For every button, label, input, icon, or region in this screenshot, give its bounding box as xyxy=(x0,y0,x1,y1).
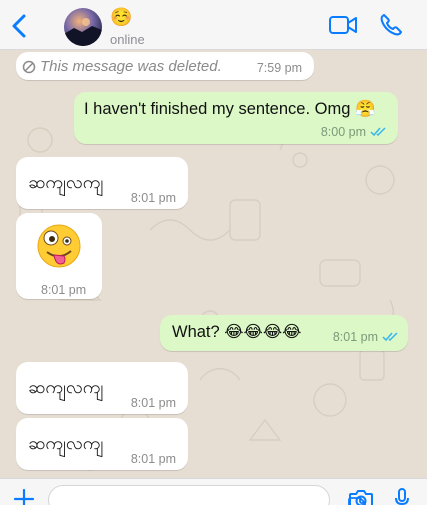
deleted-message-text: This message was deleted. xyxy=(40,58,222,75)
microphone-icon[interactable] xyxy=(394,487,410,505)
message-text: What? 😂😂😂😂 xyxy=(172,323,302,341)
message-bubble-incoming[interactable]: ဆကျလကျ 8:01 pm xyxy=(16,362,188,414)
message-time: 8:01 pm xyxy=(130,396,176,410)
message-time: 8:01 pm xyxy=(130,191,176,205)
message-time: 8:01 pm xyxy=(332,330,378,344)
message-time: 8:00 pm xyxy=(320,125,366,139)
message-input[interactable] xyxy=(48,485,366,505)
message-text: ဆကျလကျ xyxy=(28,433,104,454)
chat-header: ☺️ online xyxy=(0,0,427,50)
contact-name[interactable]: ☺️ xyxy=(110,8,132,28)
deleted-icon xyxy=(22,60,36,74)
message-bubble-outgoing[interactable]: What? 😂😂😂😂 8:01 pm xyxy=(160,315,408,351)
phone-call-icon[interactable] xyxy=(378,12,404,38)
message-bubble-deleted[interactable]: This message was deleted. 7:59 pm xyxy=(16,52,314,80)
read-receipt-icon xyxy=(382,332,398,342)
message-bubble-incoming[interactable]: ဆကျလကျ 8:01 pm xyxy=(16,157,188,209)
message-text: ဆကျလကျ xyxy=(28,172,104,193)
zany-face-emoji-icon xyxy=(37,224,81,268)
message-time: 8:01 pm xyxy=(41,283,87,297)
message-text: I haven't finished my sentence. Omg 😤 xyxy=(84,100,376,118)
message-bubble-outgoing[interactable]: I haven't finished my sentence. Omg 😤 8:… xyxy=(74,92,398,144)
avatar-image xyxy=(64,18,102,46)
back-chevron-icon[interactable] xyxy=(8,10,32,42)
message-composer xyxy=(0,478,427,505)
contact-status: online xyxy=(110,32,145,47)
message-bubble-emoji[interactable]: 8:01 pm xyxy=(16,213,102,299)
plus-icon[interactable] xyxy=(12,487,36,505)
camera-icon[interactable] xyxy=(348,488,374,505)
read-receipt-icon xyxy=(370,127,386,137)
message-time: 8:01 pm xyxy=(130,452,176,466)
contact-avatar[interactable] xyxy=(64,8,102,46)
message-bubble-incoming[interactable]: ဆကျလကျ 8:01 pm xyxy=(16,418,188,470)
message-time: 7:59 pm xyxy=(256,61,302,75)
video-call-icon[interactable] xyxy=(328,14,358,36)
message-text: ဆကျလကျ xyxy=(28,377,104,398)
